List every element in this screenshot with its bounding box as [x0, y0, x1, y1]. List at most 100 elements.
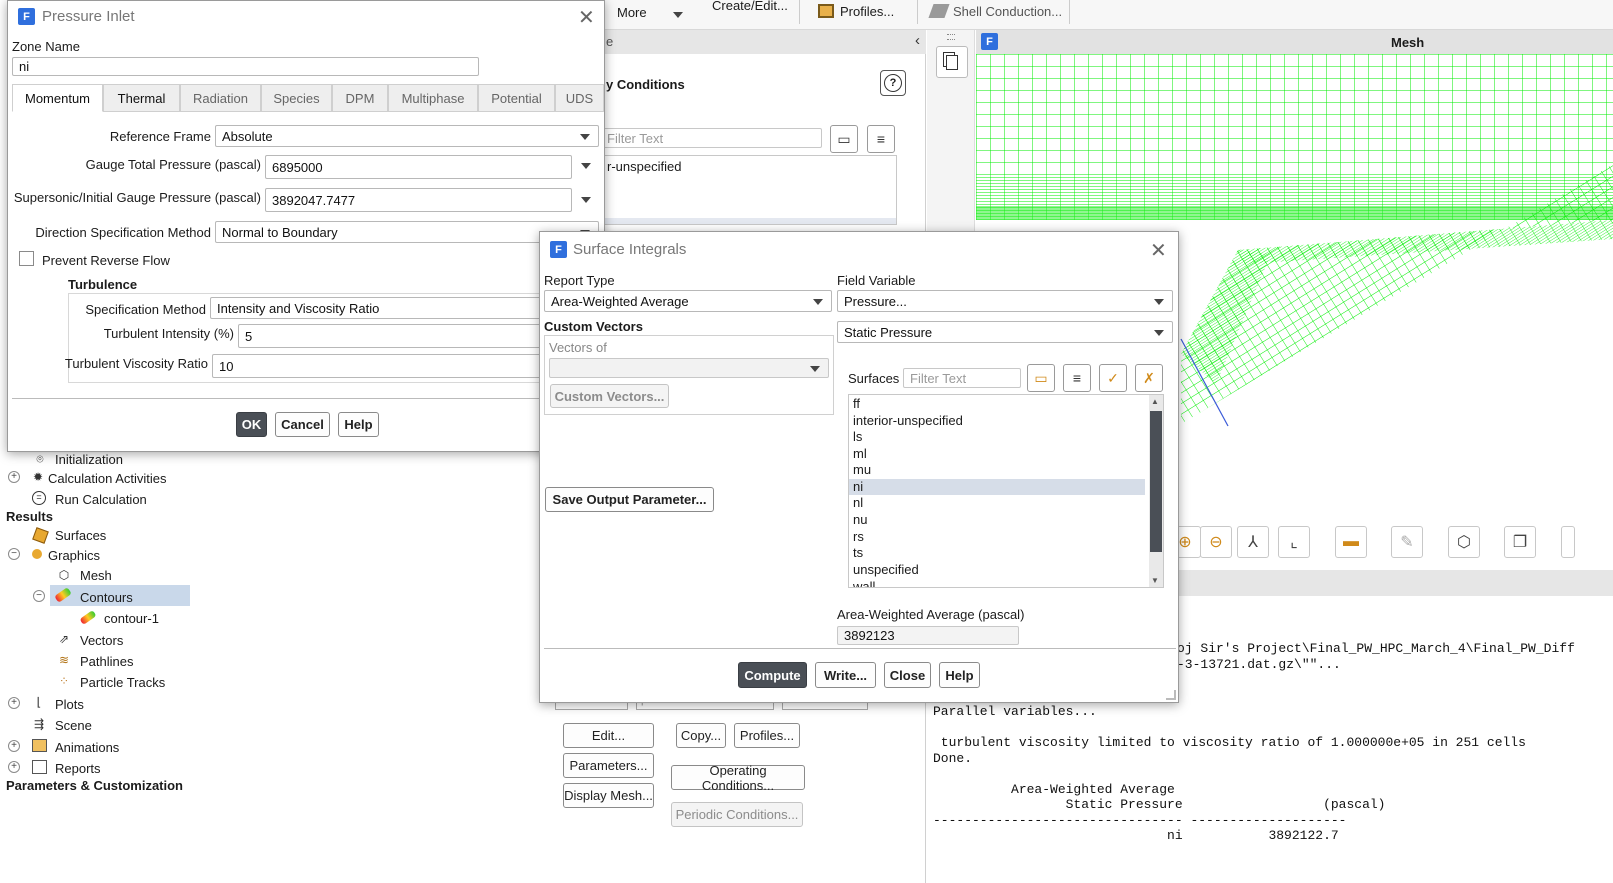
expand-icon[interactable]: +: [8, 740, 20, 752]
report-type-select[interactable]: Area-Weighted Average: [544, 290, 832, 312]
profiles-toolbar-button[interactable]: Profiles...: [812, 0, 918, 24]
spec-method-select[interactable]: Intensity and Viscosity Ratio: [210, 297, 544, 319]
more-menu[interactable]: More: [605, 4, 685, 22]
bc-edit-button[interactable]: Edit...: [563, 723, 654, 748]
custom-vectors-button[interactable]: Custom Vectors...: [550, 384, 669, 408]
probe-icon[interactable]: ▬: [1335, 526, 1367, 558]
surfaces-list[interactable]: ▲ ▼ ff interior-unspecified ls ml mu ni …: [848, 394, 1164, 588]
save-output-parameter-button[interactable]: Save Output Parameter...: [545, 487, 714, 512]
bc-list-item[interactable]: r-unspecified: [607, 159, 681, 174]
page-view-icon[interactable]: [936, 46, 968, 78]
compute-button[interactable]: Compute: [738, 662, 807, 688]
tree-item-initialization[interactable]: Initialization: [55, 452, 123, 467]
phase-select[interactable]: mixture: [555, 702, 628, 710]
tree-item-reports[interactable]: Reports: [55, 761, 101, 776]
cancel-button[interactable]: Cancel: [275, 412, 330, 437]
surface-item-mu[interactable]: mu: [853, 462, 1145, 478]
surface-item-ls[interactable]: ls: [853, 429, 1145, 445]
gauge-total-pressure-input[interactable]: 6895000: [265, 155, 572, 179]
surfaces-filter-input[interactable]: Filter Text: [903, 368, 1021, 388]
surface-item-ni-selected[interactable]: ni: [849, 479, 1145, 495]
sort-list-icon[interactable]: ≡: [1063, 364, 1091, 392]
vectors-of-select[interactable]: [549, 358, 829, 378]
isometric-view-icon[interactable]: ⬡: [1448, 526, 1480, 558]
surface-item-ff[interactable]: ff: [853, 396, 1145, 412]
expand-icon[interactable]: +: [8, 697, 20, 709]
axes-icon[interactable]: ⅄: [1237, 526, 1269, 558]
shell-conduction-button[interactable]: Shell Conduction...: [925, 0, 1070, 24]
surface-item-ml[interactable]: ml: [853, 446, 1145, 462]
more-view-icon[interactable]: [1561, 526, 1575, 558]
fit-to-window-icon[interactable]: ⌞: [1278, 526, 1310, 558]
collapse-icon[interactable]: −: [33, 590, 45, 602]
close-icon[interactable]: ✕: [578, 5, 595, 30]
periodic-conditions-button[interactable]: Periodic Conditions...: [671, 802, 803, 827]
select-all-icon[interactable]: ✓: [1099, 364, 1127, 392]
close-button[interactable]: Close: [884, 662, 931, 688]
write-button[interactable]: Write...: [815, 662, 876, 688]
tree-item-contours[interactable]: Contours: [80, 590, 133, 605]
tree-item-animations[interactable]: Animations: [55, 740, 119, 755]
close-icon[interactable]: ✕: [1150, 238, 1167, 263]
tree-item-vectors[interactable]: Vectors: [80, 633, 123, 648]
surface-item-nu[interactable]: nu: [853, 512, 1145, 528]
zoom-out-icon[interactable]: ⊖: [1200, 526, 1232, 558]
create-edit-button[interactable]: Create/Edit...: [700, 0, 800, 24]
bc-profiles-button[interactable]: Profiles...: [734, 723, 800, 748]
surface-item-rs[interactable]: rs: [853, 529, 1145, 545]
tree-item-scene[interactable]: Scene: [55, 718, 92, 733]
tree-item-pathlines[interactable]: Pathlines: [80, 654, 133, 669]
tree-item-mesh[interactable]: Mesh: [80, 568, 112, 583]
tree-item-surfaces[interactable]: Surfaces: [55, 528, 106, 543]
surface-item-ts[interactable]: ts: [853, 545, 1145, 561]
tab-species[interactable]: Species: [261, 84, 332, 112]
zone-name-input[interactable]: ni: [12, 57, 479, 76]
bc-copy-button[interactable]: Copy...: [676, 723, 726, 748]
collapse-icon[interactable]: −: [8, 548, 20, 560]
chevron-down-icon[interactable]: [581, 163, 591, 169]
collapse-panel-icon[interactable]: ‹: [915, 32, 920, 49]
tab-dpm[interactable]: DPM: [332, 84, 388, 112]
tree-item-run-calculation[interactable]: Run Calculation: [55, 492, 147, 507]
surface-item-nl[interactable]: nl: [853, 495, 1145, 511]
expand-icon[interactable]: +: [8, 761, 20, 773]
tree-item-particle-tracks[interactable]: Particle Tracks: [80, 675, 165, 690]
surface-item-wall[interactable]: wall: [853, 579, 1145, 587]
field-variable-sub-select[interactable]: Static Pressure: [837, 321, 1173, 343]
tab-radiation[interactable]: Radiation: [180, 84, 261, 112]
tree-item-calculation-activities[interactable]: Calculation Activities: [48, 471, 167, 486]
bc-parameters-button[interactable]: Parameters...: [563, 753, 654, 778]
supersonic-pressure-input[interactable]: 3892047.7477: [265, 188, 572, 212]
operating-conditions-button[interactable]: Operating Conditions...: [671, 763, 805, 793]
bc-filter-input[interactable]: Filter Text: [600, 128, 822, 148]
chevron-down-icon[interactable]: [581, 197, 591, 203]
tree-item-graphics[interactable]: Graphics: [48, 548, 100, 563]
help-button[interactable]: Help: [338, 412, 379, 437]
type-select[interactable]: pressure-inlet: [636, 702, 774, 710]
display-mesh-button[interactable]: Display Mesh...: [563, 783, 654, 808]
id-field[interactable]: 3: [782, 702, 868, 710]
tab-potential[interactable]: Potential: [478, 84, 555, 112]
tree-section-parameters[interactable]: Parameters & Customization: [6, 778, 183, 793]
surface-item-unspecified[interactable]: unspecified: [853, 562, 1145, 578]
tree-item-contour-1[interactable]: contour-1: [104, 611, 159, 626]
tab-momentum[interactable]: Momentum: [12, 84, 103, 112]
help-circle-icon[interactable]: ?: [880, 70, 906, 96]
surface-item-interior-unspecified[interactable]: interior-unspecified: [853, 413, 1145, 429]
ok-button[interactable]: OK: [236, 412, 267, 437]
filter-options-icon[interactable]: ▭: [1027, 364, 1055, 392]
field-variable-select[interactable]: Pressure...: [837, 290, 1173, 312]
tab-thermal[interactable]: Thermal: [103, 84, 180, 112]
help-button[interactable]: Help: [939, 662, 980, 688]
expand-icon[interactable]: +: [8, 471, 20, 483]
tab-multiphase[interactable]: Multiphase: [388, 84, 478, 112]
tab-uds[interactable]: UDS: [555, 84, 604, 112]
reference-frame-select[interactable]: Absolute: [215, 125, 599, 147]
tree-item-plots[interactable]: Plots: [55, 697, 84, 712]
sort-list-icon[interactable]: ≡: [867, 125, 895, 153]
turbulent-intensity-input[interactable]: 5: [238, 324, 544, 348]
tree-section-results[interactable]: Results: [6, 509, 53, 524]
prevent-reverse-flow-checkbox[interactable]: [19, 251, 34, 266]
copy-view-icon[interactable]: ❐: [1504, 526, 1536, 558]
surfaces-list-scrollbar[interactable]: ▲ ▼: [1149, 395, 1163, 587]
